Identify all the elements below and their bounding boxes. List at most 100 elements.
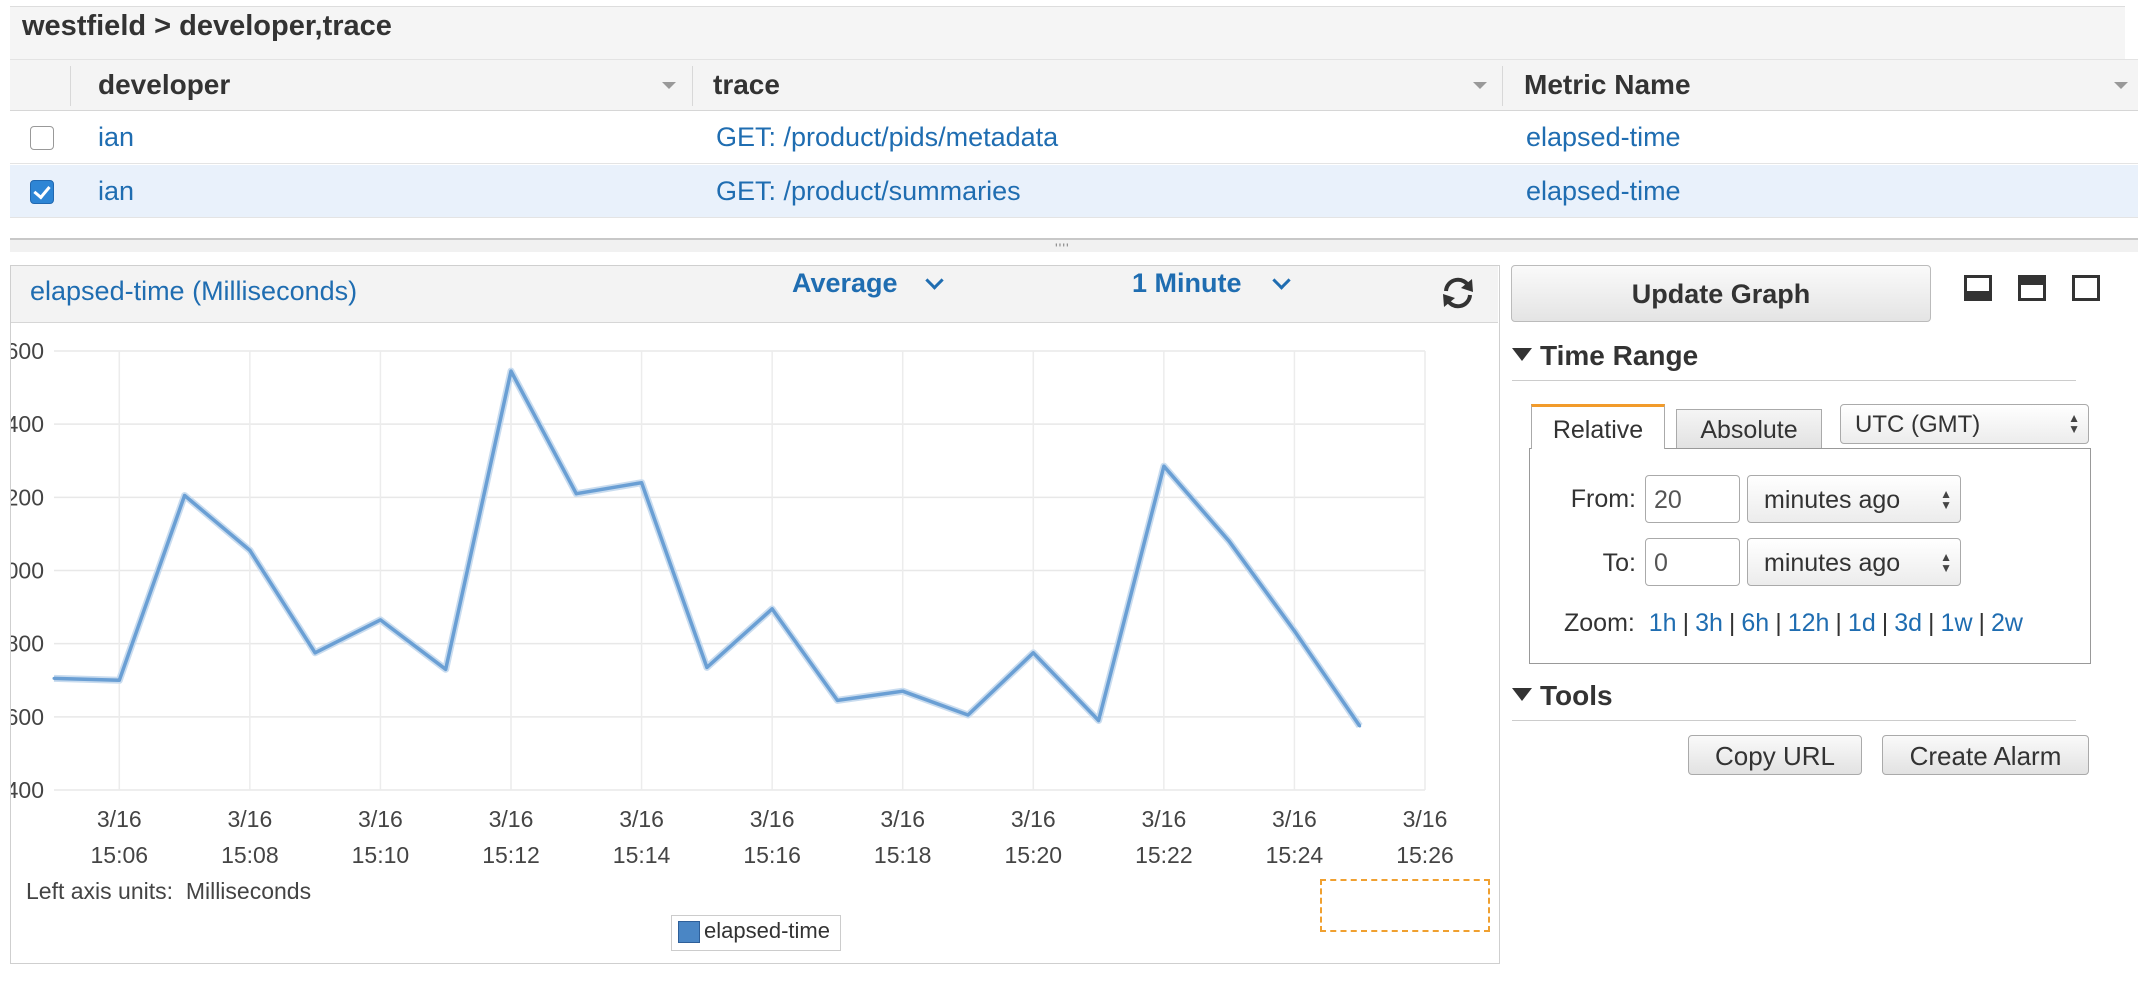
timezone-value: UTC (GMT) (1855, 411, 1981, 438)
cell-metric-name[interactable]: elapsed-time (1526, 111, 1681, 163)
table-row[interactable]: ian GET: /product/summaries elapsed-time (10, 165, 2138, 218)
cell-trace[interactable]: GET: /product/summaries (716, 165, 1021, 217)
statistic-value: Average (792, 268, 898, 298)
graph-title: elapsed-time (Milliseconds) (30, 276, 358, 306)
x-tick-date: 3/16 (227, 806, 272, 832)
row-checkbox-checked[interactable] (30, 180, 54, 204)
data-point (509, 369, 513, 373)
tools-title: Tools (1540, 680, 1613, 711)
cell-developer[interactable]: ian (98, 111, 134, 163)
x-tick-date: 3/16 (1011, 806, 1056, 832)
x-tick-date: 3/16 (750, 806, 795, 832)
zoom-12h[interactable]: 12h (1788, 609, 1830, 637)
triangle-down-icon (1512, 348, 1532, 362)
column-header-developer[interactable]: developer (98, 60, 230, 110)
x-tick-label: 15:16 (743, 842, 801, 868)
breadcrumb: westfield > developer,trace (22, 10, 392, 42)
selection-placeholder (1320, 879, 1490, 932)
table-row[interactable]: ian GET: /product/pids/metadata elapsed-… (10, 111, 2138, 164)
to-unit-select[interactable]: minutes ago ▲ ▼ (1747, 538, 1961, 586)
data-point (1292, 629, 1296, 633)
column-header-trace[interactable]: trace (713, 60, 780, 110)
x-tick-date: 3/16 (1272, 806, 1317, 832)
x-tick-label: 15:10 (352, 842, 410, 868)
x-tick-date: 3/16 (880, 806, 925, 832)
cell-trace[interactable]: GET: /product/pids/metadata (716, 111, 1058, 163)
x-tick-label: 15:18 (874, 842, 932, 868)
tab-absolute[interactable]: Absolute (1676, 409, 1822, 448)
from-input[interactable]: 20 (1645, 475, 1740, 523)
copy-url-button[interactable]: Copy URL (1688, 735, 1862, 775)
x-tick-date: 3/16 (619, 806, 664, 832)
data-point (901, 689, 905, 693)
y-tick-label: 1,600 (11, 338, 44, 364)
zoom-3h[interactable]: 3h (1695, 609, 1723, 637)
column-separator (692, 66, 693, 106)
x-tick-date: 3/16 (97, 806, 142, 832)
sort-caret-icon[interactable] (662, 82, 676, 89)
from-unit-value: minutes ago (1764, 486, 1901, 514)
from-unit-select[interactable]: minutes ago ▲ ▼ (1747, 475, 1961, 523)
tab-relative[interactable]: Relative (1531, 404, 1665, 449)
x-tick-label: 15:20 (1005, 842, 1063, 868)
data-point (966, 713, 970, 717)
data-point (1162, 464, 1166, 468)
data-point (1031, 651, 1035, 655)
axis-units-text: Left axis units: Milliseconds (26, 878, 311, 905)
data-point (313, 651, 317, 655)
to-label: To: (1602, 549, 1636, 577)
cell-developer[interactable]: ian (98, 165, 134, 217)
period-dropdown[interactable]: 1 Minute (1132, 268, 1242, 299)
data-point (1227, 539, 1231, 543)
zoom-1w[interactable]: 1w (1941, 609, 1973, 637)
timezone-select[interactable]: UTC (GMT) ▲ ▼ (1840, 404, 2089, 444)
layout-bottom-icon[interactable] (1964, 275, 1992, 301)
layout-top-icon[interactable] (2018, 275, 2046, 301)
data-point (378, 618, 382, 622)
axis-units-label: Left axis units: (26, 878, 174, 904)
zoom-3d[interactable]: 3d (1894, 609, 1922, 637)
refresh-icon[interactable] (1438, 273, 1478, 313)
zoom-6h[interactable]: 6h (1741, 609, 1769, 637)
data-point (248, 548, 252, 552)
x-tick-date: 3/16 (1141, 806, 1186, 832)
axis-units-value: Milliseconds (185, 878, 312, 904)
sort-caret-icon[interactable] (2114, 82, 2128, 89)
sort-caret-icon[interactable] (1473, 82, 1487, 89)
from-label: From: (1570, 485, 1636, 513)
zoom-options: Zoom: 1h | 3h | 6h | 12h | 1d | 3d | 1w | 2w (1564, 609, 2023, 637)
row-checkbox[interactable] (30, 126, 54, 150)
data-point (444, 667, 448, 671)
data-point (705, 665, 709, 669)
data-point (1097, 718, 1101, 722)
panel-splitter[interactable] (10, 238, 2138, 252)
y-tick-label: 1,000 (11, 558, 44, 584)
x-tick-label: 15:12 (482, 842, 540, 868)
divider (1512, 720, 2076, 721)
x-tick-label: 15:06 (91, 842, 149, 868)
data-point (183, 494, 187, 498)
metric-table-header: developer trace Metric Name (10, 59, 2138, 111)
update-graph-button[interactable]: Update Graph (1511, 265, 1931, 322)
y-tick-label: 1,400 (11, 411, 44, 437)
tools-section-header[interactable]: Tools (1512, 680, 1613, 712)
create-alarm-button[interactable]: Create Alarm (1882, 735, 2089, 775)
layout-full-icon[interactable] (2072, 275, 2100, 301)
zoom-2w[interactable]: 2w (1991, 609, 2023, 637)
column-separator (1502, 66, 1503, 106)
zoom-1d[interactable]: 1d (1848, 609, 1876, 637)
x-tick-label: 15:22 (1135, 842, 1193, 868)
time-range-section-header[interactable]: Time Range (1512, 340, 1698, 372)
data-point (770, 607, 774, 611)
zoom-label: Zoom: (1564, 609, 1635, 637)
y-tick-label: 400 (11, 777, 44, 803)
zoom-1h[interactable]: 1h (1649, 609, 1677, 637)
statistic-dropdown[interactable]: Average (792, 268, 898, 299)
column-header-metric-name[interactable]: Metric Name (1524, 60, 1691, 110)
y-tick-label: 1,200 (11, 484, 44, 510)
x-tick-label: 15:08 (221, 842, 279, 868)
to-input[interactable]: 0 (1645, 538, 1740, 586)
cell-metric-name[interactable]: elapsed-time (1526, 165, 1681, 217)
period-value: 1 Minute (1132, 268, 1242, 298)
splitter-grip-icon[interactable]: '''' (1055, 240, 1070, 256)
